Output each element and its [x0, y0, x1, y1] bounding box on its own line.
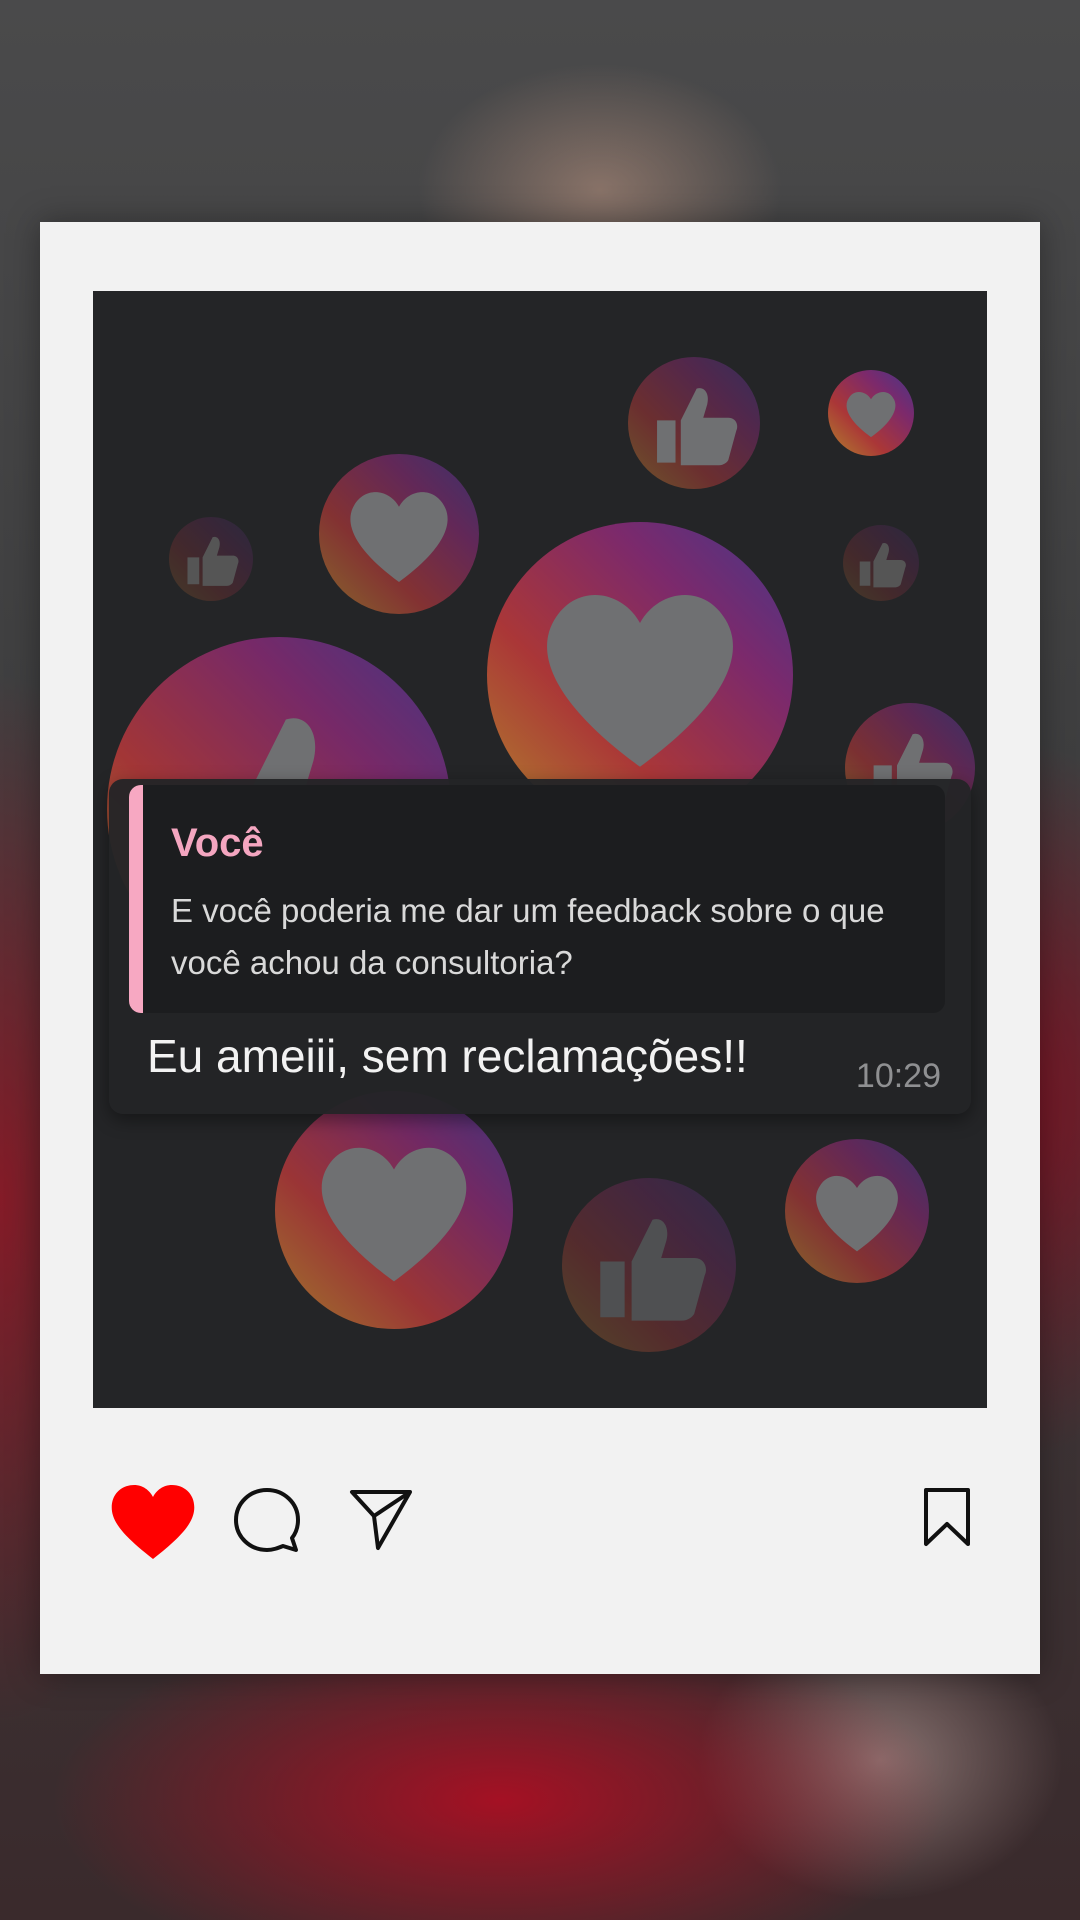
comment-button[interactable]	[232, 1486, 302, 1556]
send-icon	[350, 1490, 412, 1550]
chat-reply-bubble: Você E você poderia me dar um feedback s…	[109, 779, 971, 1114]
thumbs-up-icon	[562, 1178, 736, 1352]
bookmark-icon	[924, 1488, 970, 1546]
heart-icon	[111, 1485, 195, 1559]
thumbs-up-icon	[169, 517, 253, 601]
heart-icon	[785, 1139, 929, 1283]
heart-icon	[828, 370, 914, 456]
post-card: Você E você poderia me dar um feedback s…	[40, 222, 1040, 1674]
comment-icon	[234, 1488, 300, 1552]
save-button[interactable]	[922, 1486, 972, 1548]
quoted-text: E você poderia me dar um feedback sobre …	[171, 892, 885, 981]
thumbs-up-icon	[628, 357, 760, 489]
post-image: Você E você poderia me dar um feedback s…	[93, 291, 987, 1408]
quoted-sender: Você	[171, 821, 264, 865]
quote-accent-bar	[129, 785, 143, 1013]
heart-icon	[275, 1091, 513, 1329]
reply-message: Eu ameiii, sem reclamações!!	[147, 1030, 748, 1082]
like-button[interactable]	[110, 1482, 196, 1562]
post-actions	[40, 1482, 1040, 1582]
share-button[interactable]	[348, 1486, 414, 1552]
heart-icon	[319, 454, 479, 614]
thumbs-up-icon	[843, 525, 919, 601]
quoted-message[interactable]: Você E você poderia me dar um feedback s…	[129, 785, 945, 1013]
message-timestamp: 10:29	[855, 1057, 941, 1095]
